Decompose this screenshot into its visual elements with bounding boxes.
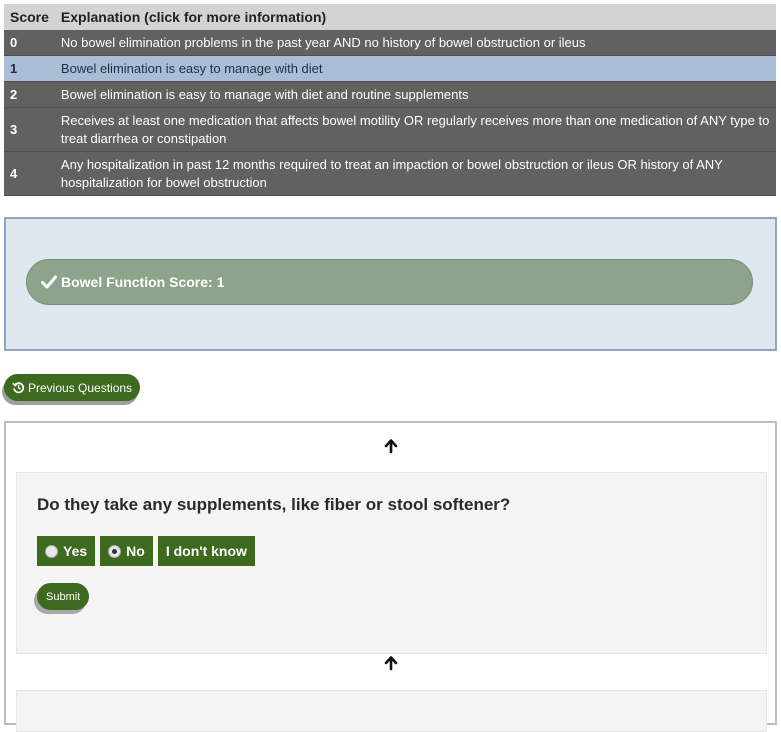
previous-questions-button[interactable]: Previous Questions <box>4 374 141 401</box>
score-table-header: Score Explanation (click for more inform… <box>4 4 776 30</box>
question-text: Do they take any supplements, like fiber… <box>37 495 511 514</box>
previous-questions-label: Previous Questions <box>28 380 133 395</box>
question-card: Do they take any supplements, like fiber… <box>16 472 767 654</box>
question-panel: Do they take any supplements, like fiber… <box>4 421 777 732</box>
submit-button[interactable]: Submit <box>37 583 90 610</box>
next-question-card <box>16 690 767 732</box>
check-icon <box>41 275 57 289</box>
result-pill: Bowel Function Score: 1 <box>26 259 753 305</box>
score-explanation[interactable]: Bowel elimination is easy to manage with… <box>54 55 776 82</box>
answer-options: Yes No I don't know <box>37 536 255 566</box>
option-label: No <box>126 543 145 559</box>
score-value: 2 <box>4 81 55 108</box>
score-value: 0 <box>4 30 55 56</box>
radio-icon <box>45 544 58 558</box>
score-row-4[interactable]: 4 Any hospitalization in past 12 months … <box>4 151 776 196</box>
score-value: 1 <box>4 55 55 82</box>
result-label: Bowel Function Score: 1 <box>61 274 225 290</box>
score-table: Score Explanation (click for more inform… <box>4 4 776 196</box>
header-score: Score <box>4 4 55 30</box>
score-explanation[interactable]: Bowel elimination is easy to manage with… <box>54 81 776 108</box>
result-box: Bowel Function Score: 1 <box>4 217 777 351</box>
score-row-2[interactable]: 2 Bowel elimination is easy to manage wi… <box>4 81 776 108</box>
option-no[interactable]: No <box>100 536 153 566</box>
score-row-1[interactable]: 1 Bowel elimination is easy to manage wi… <box>4 55 776 82</box>
score-row-3[interactable]: 3 Receives at least one medication that … <box>4 107 776 152</box>
score-value: 3 <box>4 107 55 152</box>
score-row-0[interactable]: 0 No bowel elimination problems in the p… <box>4 30 776 56</box>
score-explanation[interactable]: Receives at least one medication that af… <box>54 107 776 152</box>
header-explanation: Explanation (click for more information) <box>54 4 776 30</box>
score-value: 4 <box>4 151 55 196</box>
arrow-up-icon[interactable] <box>383 655 399 671</box>
option-label: I don't know <box>165 543 247 559</box>
option-dont-know[interactable]: I don't know <box>157 536 255 566</box>
score-explanation[interactable]: Any hospitalization in past 12 months re… <box>54 151 776 196</box>
option-yes[interactable]: Yes <box>37 536 96 566</box>
score-explanation[interactable]: No bowel elimination problems in the pas… <box>54 30 776 56</box>
history-icon <box>12 382 25 394</box>
radio-checked-icon <box>108 544 122 558</box>
option-label: Yes <box>63 543 88 559</box>
arrow-up-icon[interactable] <box>383 438 399 454</box>
